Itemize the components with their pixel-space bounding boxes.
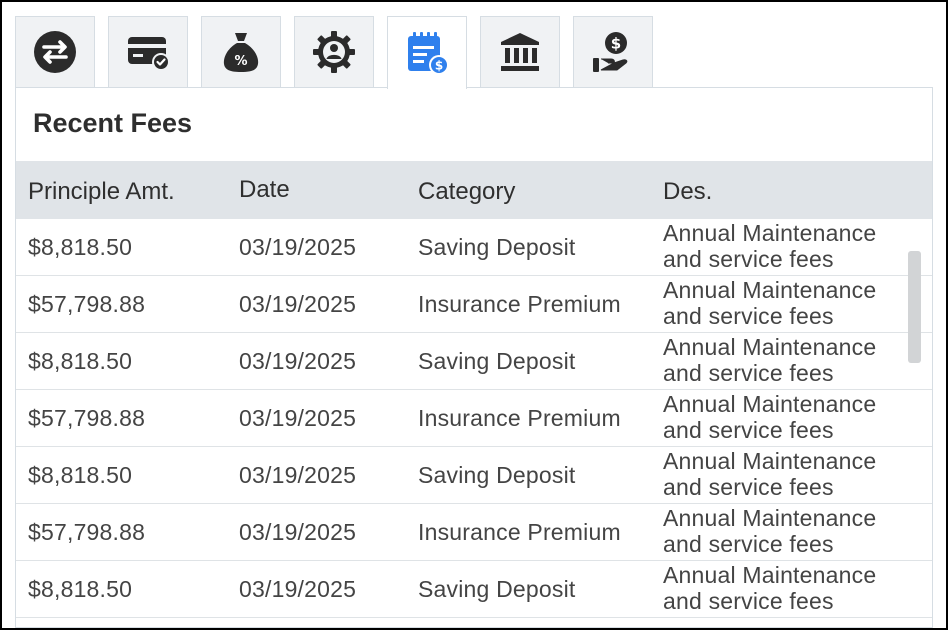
table-row[interactable]: $8,818.50 03/19/2025 Saving Deposit Annu… xyxy=(16,333,932,390)
column-header-principle[interactable]: Principle Amt. xyxy=(28,161,175,219)
cell-des: Annual Maintenance and service fees xyxy=(663,334,877,386)
cell-des: Annual Maintenance and service fees xyxy=(663,277,877,329)
cell-date: 03/19/2025 xyxy=(239,234,357,260)
table-scrollbar[interactable] xyxy=(908,251,921,363)
cell-des: Annual Maintenance and service fees xyxy=(663,448,877,500)
cell-amount: $57,798.88 xyxy=(28,291,146,317)
cell-date: 03/19/2025 xyxy=(239,576,357,602)
cell-amount: $8,818.50 xyxy=(28,462,133,488)
table-row[interactable]: $57,798.88 03/19/2025 Insurance Premium … xyxy=(16,390,932,447)
cell-category: Saving Deposit xyxy=(418,348,576,374)
cell-amount: $8,818.50 xyxy=(28,234,133,260)
cell-amount: $57,798.88 xyxy=(28,519,146,545)
tab-card[interactable] xyxy=(108,16,188,87)
cell-des: Annual Maintenance and service fees xyxy=(663,505,877,557)
cell-category: Saving Deposit xyxy=(418,576,576,602)
card-check-icon xyxy=(128,37,170,71)
money-bag-percent-icon: % xyxy=(223,33,259,72)
cell-amount: $57,798.88 xyxy=(28,405,146,431)
svg-text:$: $ xyxy=(611,35,621,53)
table-row[interactable]: $8,818.50 03/19/2025 Saving Deposit Annu… xyxy=(16,561,932,618)
tab-transfer[interactable] xyxy=(15,16,95,87)
table-row[interactable]: $57,798.88 03/19/2025 Insurance Premium … xyxy=(16,276,932,333)
receipt-dollar-icon: $ xyxy=(408,32,449,75)
panel-title: Recent Fees xyxy=(33,108,193,138)
cell-des: Annual Maintenance and service fees xyxy=(663,391,877,443)
tab-loan[interactable]: $ xyxy=(573,16,653,87)
cell-category: Insurance Premium xyxy=(418,405,621,431)
cell-date: 03/19/2025 xyxy=(239,519,357,545)
tab-interest[interactable]: % xyxy=(201,16,281,87)
table-row[interactable]: $8,818.50 03/19/2025 Saving Deposit Annu… xyxy=(16,219,932,276)
table-row[interactable]: $8,818.50 03/19/2025 Saving Deposit Annu… xyxy=(16,447,932,504)
svg-text:$: $ xyxy=(435,59,443,73)
cell-des: Annual Maintenance and service fees xyxy=(663,562,877,614)
cell-category: Saving Deposit xyxy=(418,234,576,260)
table-row[interactable]: $57,798.88 03/19/2025 Insurance Premium … xyxy=(16,504,932,561)
column-header-date[interactable]: Date xyxy=(239,161,290,219)
transfer-arrows-icon xyxy=(34,31,76,73)
tab-bank[interactable] xyxy=(480,16,560,87)
column-header-category[interactable]: Category xyxy=(418,161,515,219)
cell-category: Saving Deposit xyxy=(418,462,576,488)
cell-date: 03/19/2025 xyxy=(239,291,357,317)
tab-settings[interactable] xyxy=(294,16,374,87)
cell-category: Insurance Premium xyxy=(418,291,621,317)
column-header-des[interactable]: Des. xyxy=(663,161,712,219)
cell-date: 03/19/2025 xyxy=(239,405,357,431)
tab-fees[interactable]: $ xyxy=(387,16,467,89)
bank-building-icon xyxy=(501,33,539,71)
cell-amount: $8,818.50 xyxy=(28,576,133,602)
cell-category: Insurance Premium xyxy=(418,519,621,545)
hand-dollar-icon: $ xyxy=(593,32,628,72)
cell-des: Annual Maintenance and service fees xyxy=(663,220,877,272)
table-header: Principle Amt. Date Category Des. xyxy=(16,161,932,219)
app-frame: % $ $ Recent Fees Principle Amt. Date Ca… xyxy=(2,2,946,628)
svg-text:%: % xyxy=(234,54,247,69)
cell-amount: $8,818.50 xyxy=(28,348,133,374)
recent-fees-panel: Recent Fees Principle Amt. Date Category… xyxy=(15,87,933,628)
gear-user-icon xyxy=(313,31,355,73)
cell-date: 03/19/2025 xyxy=(239,348,357,374)
cell-date: 03/19/2025 xyxy=(239,462,357,488)
